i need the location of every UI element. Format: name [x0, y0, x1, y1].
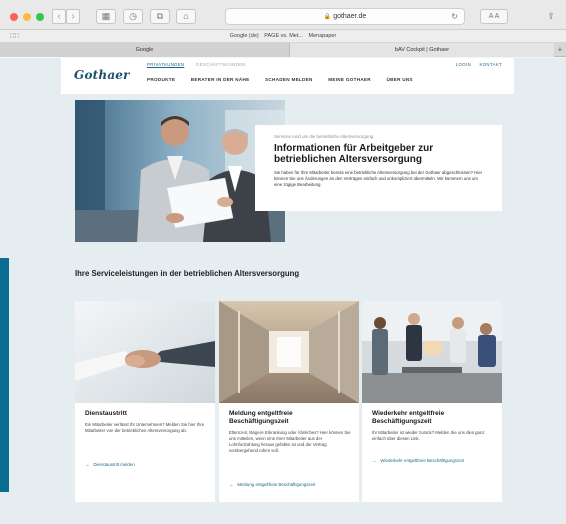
kontakt-link[interactable]: KONTAKT: [479, 62, 502, 67]
zoom-window-button[interactable]: [36, 13, 44, 21]
bookmark-page[interactable]: PAGE vs. Met...: [264, 33, 303, 39]
nav-meine-gothaer[interactable]: MEINE GOTHAER: [328, 77, 371, 82]
arrow-right-icon: →: [372, 458, 377, 463]
bookmark-menapaper[interactable]: Menapaper: [309, 33, 337, 39]
address-bar-url: gothaer.de: [333, 13, 367, 20]
nav-geschaeftskunden[interactable]: GESCHÄFTSKUNDEN: [196, 62, 246, 67]
bookmarks-bar: ∷∷ Google (de) PAGE vs. Met... Menapaper: [0, 30, 566, 43]
sidebar-toggle-button[interactable]: ▦: [96, 9, 116, 24]
gothaer-logo[interactable]: Gothaer: [74, 68, 130, 82]
office-corridor-image: [219, 301, 359, 403]
nav-privatkunden[interactable]: PRIVATKUNDEN: [147, 62, 184, 67]
team-meeting-image: [362, 301, 502, 403]
card-link-label: Dienstaustritt melden: [93, 462, 135, 467]
accent-bar: [0, 258, 9, 492]
service-card-dienstaustritt: Dienstaustritt Ein Mitarbeiter verlässt …: [75, 301, 215, 502]
dienstaustritt-link[interactable]: → Dienstaustritt melden: [85, 462, 135, 467]
hero-card: Services rund um die betriebliche Alters…: [255, 125, 502, 211]
arrow-right-icon: →: [85, 462, 90, 467]
card-text: Ein Mitarbeiter verlässt Ihr Unternehmen…: [85, 422, 205, 433]
tab-google[interactable]: Google: [0, 43, 290, 57]
reload-icon[interactable]: ↻: [451, 9, 458, 24]
address-bar[interactable]: 🔒 gothaer.de ↻: [225, 8, 465, 25]
bookmark-google[interactable]: Google (de): [230, 33, 259, 39]
card-title: Wiederkehr entgeltfreie Beschäftigungsze…: [372, 410, 445, 425]
login-link[interactable]: LOGIN: [456, 62, 471, 67]
tab-bav-cockpit[interactable]: bAV Cockpit | Gothaer: [290, 43, 554, 57]
hero-title: Informationen für Arbeitgeber zur betrie…: [274, 143, 434, 165]
service-card-wiederkehr: Wiederkehr entgeltfreie Beschäftigungsze…: [362, 301, 502, 502]
site-header: Gothaer PRIVATKUNDEN GESCHÄFTSKUNDEN LOG…: [61, 58, 514, 94]
forward-button[interactable]: ›: [66, 9, 80, 24]
browser-toolbar: ‹ › ▦ ◷ ⧉ ⌂ 🔒 gothaer.de ↻ A A ⇧: [0, 0, 566, 30]
arrow-right-icon: →: [229, 482, 234, 487]
history-button[interactable]: ◷: [123, 9, 143, 24]
hero-image: [75, 100, 285, 242]
main-nav: PRODUKTE BERATER IN DER NÄHE SCHADEN MEL…: [147, 77, 427, 82]
reader-font-button[interactable]: A A: [480, 9, 508, 24]
handshake-image: [75, 301, 215, 403]
minimize-window-button[interactable]: [23, 13, 31, 21]
section-title: Ihre Serviceleistungen in der betrieblic…: [75, 269, 300, 278]
wiederkehr-link[interactable]: → Wiederkehr entgeltfreie Beschäftigungsz…: [372, 458, 464, 463]
hero-kicker: Services rund um die betriebliche Alters…: [274, 134, 374, 139]
share-icon[interactable]: ⇧: [544, 9, 558, 24]
nav-berater[interactable]: BERATER IN DER NÄHE: [191, 77, 250, 82]
meldung-link[interactable]: → Meldung entgeltfreie Beschäftigungszeit: [229, 482, 315, 487]
card-text: Ihr Mitarbeiter ist wieder zurück? Melde…: [372, 430, 485, 441]
home-button[interactable]: ⌂: [176, 9, 196, 24]
segment-nav: PRIVATKUNDEN GESCHÄFTSKUNDEN: [147, 62, 256, 67]
card-title: Meldung entgeltfreie Beschäftigungszeit: [229, 410, 293, 425]
card-text: Elternzeit, längere Erkrankung oder Ähnl…: [229, 430, 351, 453]
browser-window: ‹ › ▦ ◷ ⧉ ⌂ 🔒 gothaer.de ↻ A A ⇧ ∷∷ Googl…: [0, 0, 566, 524]
new-tab-icon[interactable]: +: [554, 43, 566, 57]
nav-produkte[interactable]: PRODUKTE: [147, 77, 175, 82]
web-page: Gothaer PRIVATKUNDEN GESCHÄFTSKUNDEN LOG…: [0, 58, 566, 524]
nav-ueber-uns[interactable]: ÜBER UNS: [387, 77, 413, 82]
tab-bar: Google bAV Cockpit | Gothaer +: [0, 43, 566, 57]
service-card-meldung: Meldung entgeltfreie Beschäftigungszeit …: [219, 301, 359, 502]
tab-overview-button[interactable]: ⧉: [150, 9, 170, 24]
card-link-label: Meldung entgeltfreie Beschäftigungszeit: [237, 482, 316, 487]
close-window-button[interactable]: [10, 13, 18, 21]
back-button[interactable]: ‹: [52, 9, 66, 24]
nav-schaden-melden[interactable]: SCHADEN MELDEN: [265, 77, 313, 82]
lock-icon: 🔒: [323, 14, 332, 20]
card-link-label: Wiederkehr entgeltfreie Beschäftigungsze…: [380, 458, 464, 463]
hero-text: Sie haben für Ihre Mitarbeiter bereits e…: [274, 170, 483, 187]
card-title: Dienstaustritt: [85, 410, 127, 417]
utility-nav: LOGIN KONTAKT: [449, 62, 502, 67]
